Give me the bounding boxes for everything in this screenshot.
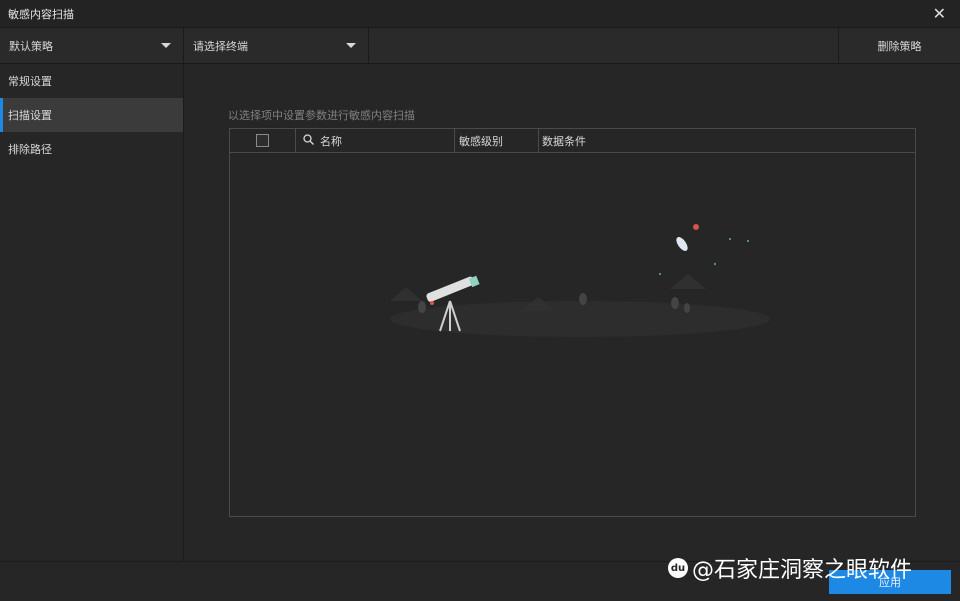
window-title: 敏感内容扫描 bbox=[8, 7, 74, 21]
terminal-dropdown-value: 请选择终端 bbox=[193, 39, 248, 53]
select-all-checkbox[interactable] bbox=[256, 134, 269, 147]
policy-dropdown-value: 默认策略 bbox=[9, 39, 53, 53]
rocket-icon bbox=[659, 224, 749, 275]
sidebar: 常规设置 扫描设置 排除路径 bbox=[0, 64, 184, 561]
chevron-down-icon bbox=[161, 43, 171, 48]
sidebar-item-label: 常规设置 bbox=[8, 75, 52, 88]
scan-hint: 以选择项中设置参数进行敏感内容扫描 bbox=[228, 109, 415, 122]
terminal-dropdown[interactable]: 请选择终端 bbox=[184, 28, 369, 63]
header-select-cell bbox=[230, 129, 296, 152]
column-name[interactable]: 名称 bbox=[296, 129, 455, 152]
watermark-logo-icon: du bbox=[668, 558, 688, 578]
watermark: du @石家庄洞察之眼软件 bbox=[668, 552, 912, 584]
column-data-condition[interactable]: 数据条件 bbox=[539, 129, 659, 152]
sidebar-item-label: 排除路径 bbox=[8, 143, 52, 156]
sidebar-item-scan[interactable]: 扫描设置 bbox=[0, 98, 183, 132]
toolbar: 默认策略 请选择终端 删除策略 bbox=[0, 28, 960, 64]
column-condition-label: 数据条件 bbox=[542, 134, 586, 148]
table-header: 名称 敏感级别 数据条件 bbox=[230, 129, 915, 153]
title-bar: 敏感内容扫描 ✕ bbox=[0, 0, 960, 28]
chevron-down-icon bbox=[346, 43, 356, 48]
empty-state-illustration bbox=[390, 224, 770, 337]
close-icon[interactable]: ✕ bbox=[933, 4, 946, 23]
search-icon[interactable] bbox=[303, 133, 314, 148]
sidebar-item-exclude-paths[interactable]: 排除路径 bbox=[0, 132, 183, 166]
column-name-label: 名称 bbox=[320, 134, 342, 148]
rules-table: 名称 敏感级别 数据条件 bbox=[229, 128, 916, 517]
main-panel: 以选择项中设置参数进行敏感内容扫描 名称 敏感级别 数据条件 bbox=[185, 64, 960, 561]
column-sensitivity-level[interactable]: 敏感级别 bbox=[455, 129, 539, 152]
sidebar-item-label: 扫描设置 bbox=[8, 109, 52, 122]
policy-dropdown[interactable]: 默认策略 bbox=[0, 28, 184, 63]
sidebar-item-general[interactable]: 常规设置 bbox=[0, 64, 183, 98]
delete-policy-button[interactable]: 删除策略 bbox=[838, 28, 960, 63]
watermark-text: @石家庄洞察之眼软件 bbox=[692, 558, 913, 583]
column-level-label: 敏感级别 bbox=[459, 134, 503, 148]
